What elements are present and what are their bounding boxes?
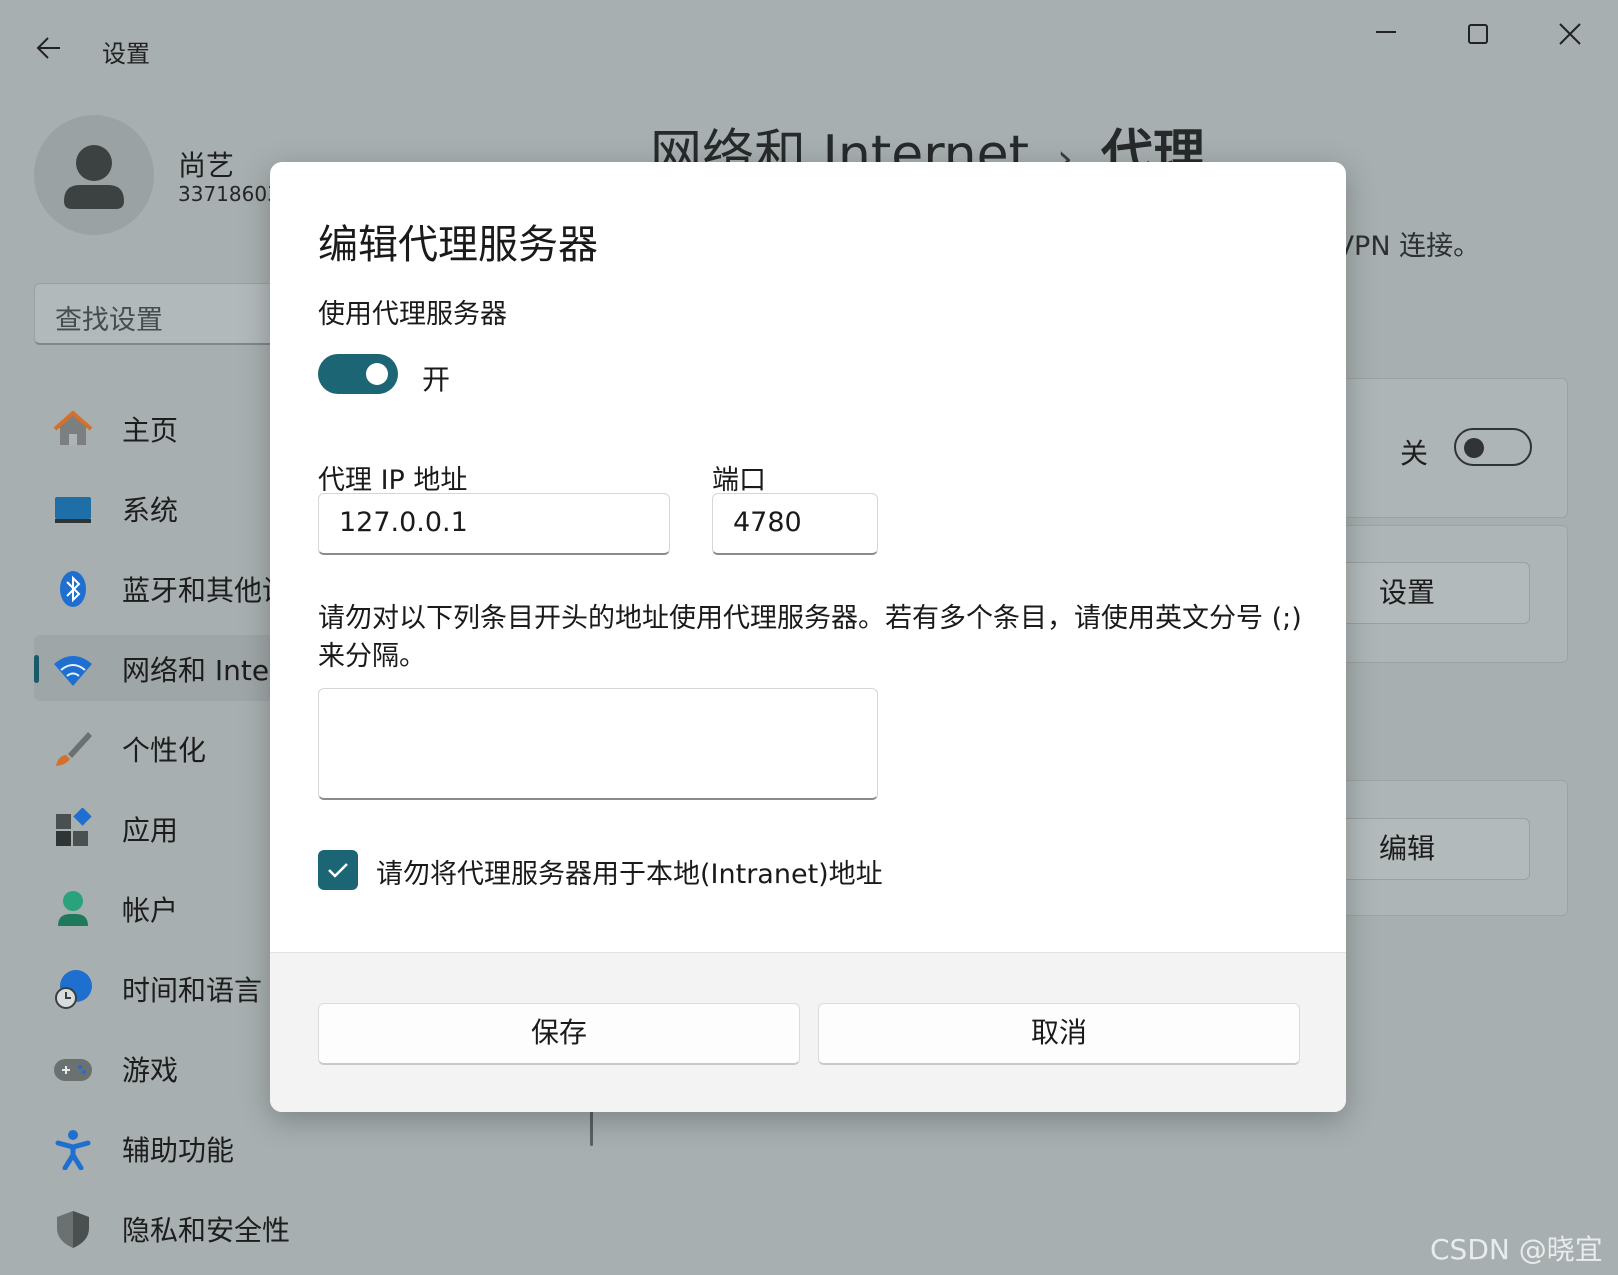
scrollbar-thumb[interactable] — [590, 1110, 593, 1146]
sidebar-item-label: 个性化 — [122, 734, 207, 767]
system-icon — [55, 497, 91, 523]
app-title: 设置 — [102, 40, 150, 68]
bypass-local-checkbox[interactable] — [318, 850, 358, 890]
title-bar: 设置 — [0, 0, 1618, 100]
sidebar-item-label: 网络和 Inter — [122, 654, 281, 687]
arrow-left-icon — [36, 37, 60, 59]
sidebar-item-label: 帐户 — [122, 894, 179, 927]
bluetooth-icon — [60, 571, 86, 607]
use-proxy-state: 开 — [422, 363, 451, 396]
home-icon — [53, 411, 93, 445]
sidebar-item-label: 时间和语言 — [122, 974, 263, 1007]
sidebar-item-bluetooth[interactable]: 蓝牙和其他设 — [34, 555, 290, 621]
avatar[interactable] — [34, 115, 154, 235]
sidebar-item-privacy[interactable]: 隐私和安全性 — [34, 1195, 290, 1261]
exclusion-description: 请勿对以下列条目开头的地址使用代理服务器。若有多个条目，请使用英文分号 (;) … — [318, 603, 1302, 672]
gamepad-icon — [54, 1059, 92, 1081]
proxy-ip-label: 代理 IP 地址 — [318, 465, 468, 496]
sidebar-item-label: 辅助功能 — [122, 1134, 235, 1167]
watermark: CSDN @晓宜 — [1430, 1233, 1603, 1266]
edit-proxy-dialog: 编辑代理服务器 使用代理服务器 开 代理 IP 地址 端口 127.0.0.1 … — [270, 162, 1346, 1112]
sidebar-item-home[interactable]: 主页 — [34, 395, 274, 461]
sidebar-item-gaming[interactable]: 游戏 — [34, 1035, 274, 1101]
maximize-button[interactable] — [1448, 16, 1508, 60]
checkmark-icon — [328, 863, 348, 878]
active-indicator — [34, 655, 39, 683]
sidebar-item-label: 系统 — [122, 494, 179, 527]
user-name: 尚艺 — [178, 149, 235, 182]
globe-clock-icon — [55, 970, 92, 1009]
sidebar-item-label: 游戏 — [122, 1054, 179, 1087]
minimize-button[interactable] — [1356, 16, 1416, 60]
sidebar-item-apps[interactable]: 应用 — [34, 795, 274, 861]
apps-icon — [56, 808, 92, 846]
close-icon — [1559, 23, 1581, 45]
dialog-footer: 保存 取消 — [270, 952, 1346, 1112]
port-input[interactable]: 4780 — [712, 493, 878, 555]
sidebar-item-accounts[interactable]: 帐户 — [34, 875, 274, 941]
port-label: 端口 — [712, 465, 766, 496]
maximize-icon — [1468, 24, 1488, 44]
sidebar-item-accessibility[interactable]: 辅助功能 — [34, 1115, 274, 1181]
person-icon — [64, 145, 124, 209]
dialog-title: 编辑代理服务器 — [318, 222, 598, 268]
search-placeholder: 查找设置 — [55, 305, 163, 336]
sidebar-item-personalization[interactable]: 个性化 — [34, 715, 274, 781]
toggle-knob — [1464, 438, 1484, 458]
manual-proxy-edit-button[interactable]: 编辑 — [1340, 818, 1530, 880]
sidebar-item-system[interactable]: 系统 — [34, 475, 274, 541]
auto-detect-toggle-state: 关 — [1400, 437, 1429, 470]
shield-icon — [57, 1211, 89, 1248]
sidebar-item-label: 隐私和安全性 — [122, 1214, 291, 1247]
user-id: 33718603 — [178, 182, 280, 206]
search-input[interactable]: 查找设置 — [34, 283, 294, 345]
cancel-button[interactable]: 取消 — [818, 1003, 1300, 1065]
sidebar-item-label: 蓝牙和其他设 — [122, 574, 291, 607]
brush-icon — [56, 732, 92, 766]
wifi-icon — [54, 656, 92, 686]
close-button[interactable] — [1540, 16, 1600, 60]
toggle-knob — [366, 363, 388, 385]
sidebar-item-label: 主页 — [122, 414, 179, 447]
accessibility-icon — [55, 1130, 91, 1170]
setup-script-settings-button[interactable]: 设置 — [1340, 562, 1530, 624]
proxy-ip-input[interactable]: 127.0.0.1 — [318, 493, 670, 555]
account-icon — [58, 891, 88, 926]
bypass-local-label: 请勿将代理服务器用于本地(Intranet)地址 — [376, 859, 883, 890]
use-proxy-label: 使用代理服务器 — [318, 299, 507, 330]
exclusion-list-input[interactable] — [318, 688, 878, 800]
minimize-icon — [1376, 31, 1396, 33]
sidebar-item-label: 应用 — [122, 814, 179, 847]
sidebar-item-time-language[interactable]: 时间和语言 — [34, 955, 274, 1021]
sidebar-item-network[interactable]: 网络和 Inter — [34, 635, 281, 701]
back-button[interactable] — [30, 28, 70, 68]
auto-detect-toggle[interactable] — [1454, 428, 1532, 466]
use-proxy-toggle[interactable] — [318, 354, 398, 394]
save-button[interactable]: 保存 — [318, 1003, 800, 1065]
